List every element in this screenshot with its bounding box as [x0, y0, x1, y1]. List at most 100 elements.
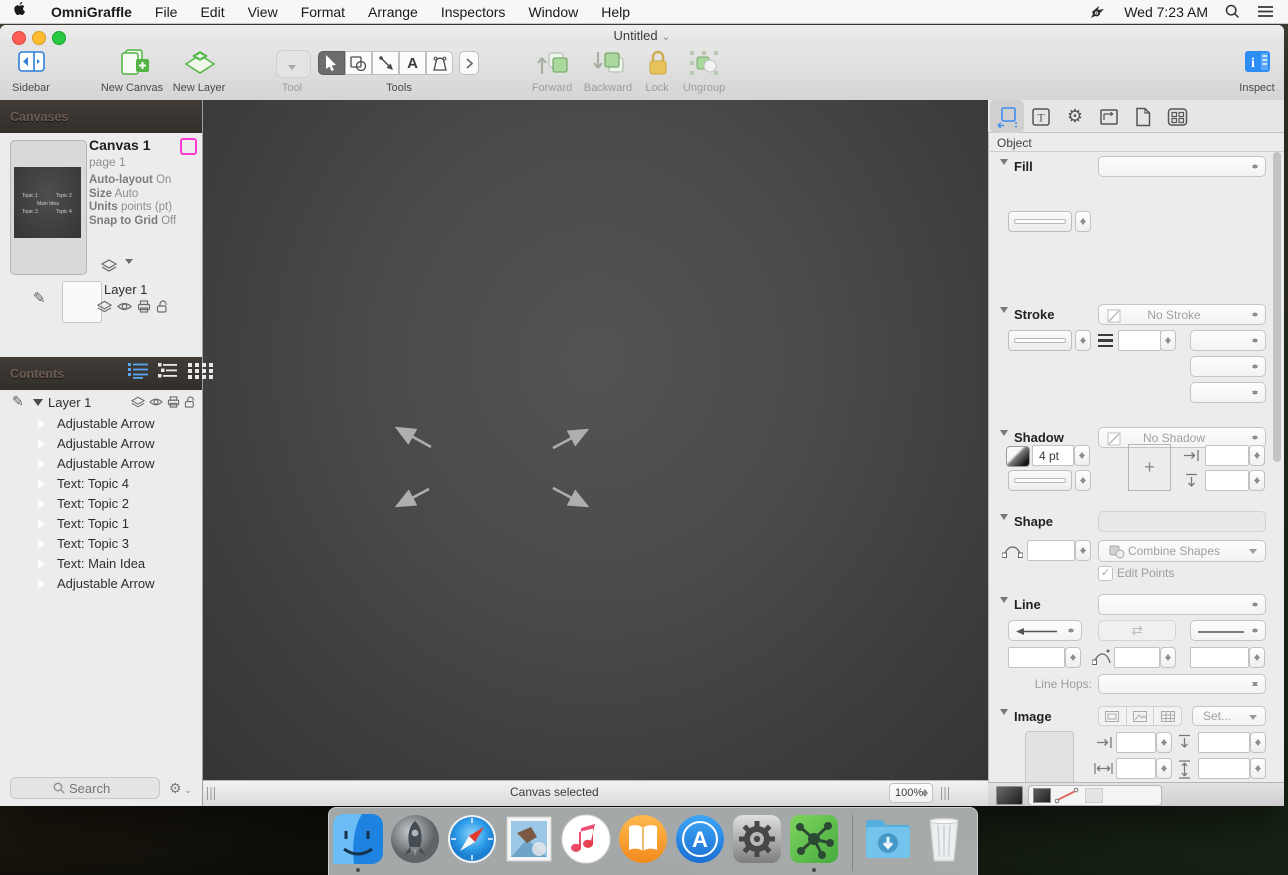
canvas-thumbnail[interactable]: Topic 1 Topic 2 Main Idea Topic 3 Topic … — [10, 140, 87, 275]
backward-button[interactable] — [592, 50, 624, 81]
ungroup-button[interactable] — [689, 50, 719, 81]
line-end-arrow-dropdown[interactable] — [1190, 620, 1266, 641]
print-icon[interactable] — [167, 396, 180, 408]
layer-name[interactable]: Layer 1 — [104, 282, 147, 297]
stroke-width-input[interactable] — [1118, 330, 1161, 351]
image-height-input[interactable] — [1198, 758, 1250, 779]
edit-layer-pencil-icon[interactable]: ✎ — [33, 289, 46, 307]
menu-arrange[interactable]: Arrange — [368, 4, 418, 20]
line-start-arrow-dropdown[interactable] — [1008, 620, 1082, 641]
new-canvas-button[interactable] — [120, 49, 150, 82]
disclosure-right-icon[interactable] — [38, 579, 50, 589]
list-item[interactable]: Adjustable Arrow — [0, 433, 202, 453]
dock-appstore-icon[interactable]: A — [674, 813, 726, 865]
apple-menu[interactable] — [14, 2, 28, 21]
shadow-offset-x-input[interactable] — [1205, 445, 1249, 466]
sidebar-toggle-button[interactable] — [18, 51, 45, 77]
line-hops-dropdown[interactable] — [1098, 674, 1266, 694]
layer-lock-icon[interactable] — [156, 300, 169, 313]
fill-color-well[interactable] — [1008, 211, 1072, 232]
list-item[interactable]: Adjustable Arrow — [0, 413, 202, 433]
image-well[interactable] — [1025, 731, 1074, 785]
spotlight-search-icon[interactable] — [1225, 4, 1240, 19]
image-tile-button[interactable] — [1154, 707, 1181, 725]
menu-window[interactable]: Window — [528, 4, 578, 20]
shadow-color-stepper[interactable] — [1075, 470, 1091, 491]
list-item[interactable]: Text: Topic 4 — [0, 473, 202, 493]
shadow-preview-swatch[interactable] — [1006, 446, 1030, 467]
dock-omnigraffle-icon[interactable] — [788, 813, 840, 865]
connector-arrows[interactable] — [203, 100, 988, 780]
inspector-scrollbar[interactable] — [1273, 152, 1281, 462]
menu-format[interactable]: Format — [301, 4, 345, 20]
stroke-style-dropdown[interactable]: No Stroke — [1098, 304, 1266, 325]
window-title[interactable]: Untitled ⌄ — [614, 28, 671, 43]
fill-stepper[interactable] — [1075, 211, 1091, 232]
line-size-stepper[interactable] — [1065, 647, 1081, 668]
menu-edit[interactable]: Edit — [200, 4, 224, 20]
lock-open-icon[interactable] — [184, 396, 196, 408]
fill-section-title[interactable]: Fill — [1000, 159, 1033, 174]
stroke-cap-dropdown[interactable] — [1190, 382, 1266, 403]
selection-tool-button[interactable] — [318, 51, 345, 75]
search-input[interactable] — [10, 777, 160, 799]
shadow-color-well[interactable] — [1008, 470, 1072, 491]
inspect-button[interactable]: i — [1245, 51, 1270, 77]
arrow-to-topic-3[interactable] — [397, 489, 429, 506]
contents-layer-row[interactable]: ✎ Layer 1 — [0, 392, 202, 412]
shadow-blur-stepper[interactable] — [1074, 445, 1090, 466]
image-offset-y-stepper[interactable] — [1250, 732, 1266, 753]
shadow-offset-x-stepper[interactable] — [1249, 445, 1265, 466]
shadow-blur-input[interactable]: 4 pt — [1032, 445, 1074, 466]
image-width-input[interactable] — [1116, 758, 1156, 779]
line-radius-stepper[interactable] — [1249, 647, 1265, 668]
grid-view-icon[interactable] — [188, 362, 213, 379]
new-layer-button[interactable] — [184, 49, 216, 82]
line-radius-input[interactable] — [1190, 647, 1249, 668]
style-fill-chip[interactable] — [1033, 788, 1051, 803]
disclosure-right-icon[interactable] — [38, 439, 50, 449]
zoom-up-icon[interactable] — [922, 786, 928, 793]
menu-omnigraffle[interactable]: OmniGraffle — [51, 4, 132, 20]
list-view-icon[interactable] — [128, 362, 149, 379]
dock-itunes-icon[interactable] — [560, 813, 612, 865]
layers-menu-button[interactable] — [101, 259, 133, 277]
corner-radius-stepper[interactable] — [1075, 540, 1091, 561]
disclosure-right-icon[interactable] — [38, 419, 50, 429]
image-fit-button[interactable] — [1099, 707, 1127, 725]
line-tool-button[interactable] — [372, 51, 399, 75]
list-item[interactable]: Adjustable Arrow — [0, 453, 202, 473]
layer-stack-icon[interactable] — [131, 396, 145, 408]
dock-launchpad-icon[interactable] — [389, 813, 441, 865]
edit-points-checkbox[interactable]: ✓ — [1098, 566, 1113, 581]
outline-view-icon[interactable] — [158, 362, 179, 379]
tab-canvas-inspector[interactable] — [1092, 100, 1126, 133]
layer-visibility-eye-icon[interactable] — [117, 300, 132, 313]
disclosure-right-icon[interactable] — [38, 499, 50, 509]
line-section-title[interactable]: Line — [1000, 597, 1041, 612]
dock-mail-icon[interactable] — [503, 813, 555, 865]
inspector-resize-handle[interactable] — [941, 787, 949, 800]
layer-print-icon[interactable] — [137, 300, 151, 313]
disclosure-right-icon[interactable] — [38, 559, 50, 569]
tab-properties-inspector[interactable]: ⚙ — [1058, 100, 1092, 133]
stroke-section-title[interactable]: Stroke — [1000, 307, 1054, 322]
arrow-to-topic-4[interactable] — [553, 488, 587, 506]
notification-center-icon[interactable] — [1257, 5, 1274, 18]
tool-dropdown[interactable] — [276, 50, 311, 78]
list-item[interactable]: Text: Topic 2 — [0, 493, 202, 513]
dock-safari-icon[interactable] — [446, 813, 498, 865]
list-item[interactable]: Text: Topic 3 — [0, 533, 202, 553]
shape-field[interactable] — [1098, 511, 1266, 532]
style-stroke-chip[interactable] — [1053, 786, 1081, 805]
line-curvature-stepper[interactable] — [1160, 647, 1176, 668]
tab-text-inspector[interactable]: T — [1024, 100, 1058, 133]
style-shadow-chip[interactable] — [1085, 788, 1103, 803]
dock-downloads-icon[interactable] — [862, 813, 914, 865]
close-button[interactable] — [12, 31, 26, 45]
zoom-control[interactable]: 100% — [889, 783, 933, 803]
pen-tool-button[interactable] — [426, 51, 453, 75]
menu-help[interactable]: Help — [601, 4, 630, 20]
corner-radius-input[interactable] — [1027, 540, 1075, 561]
tools-expand-button[interactable] — [459, 51, 479, 75]
